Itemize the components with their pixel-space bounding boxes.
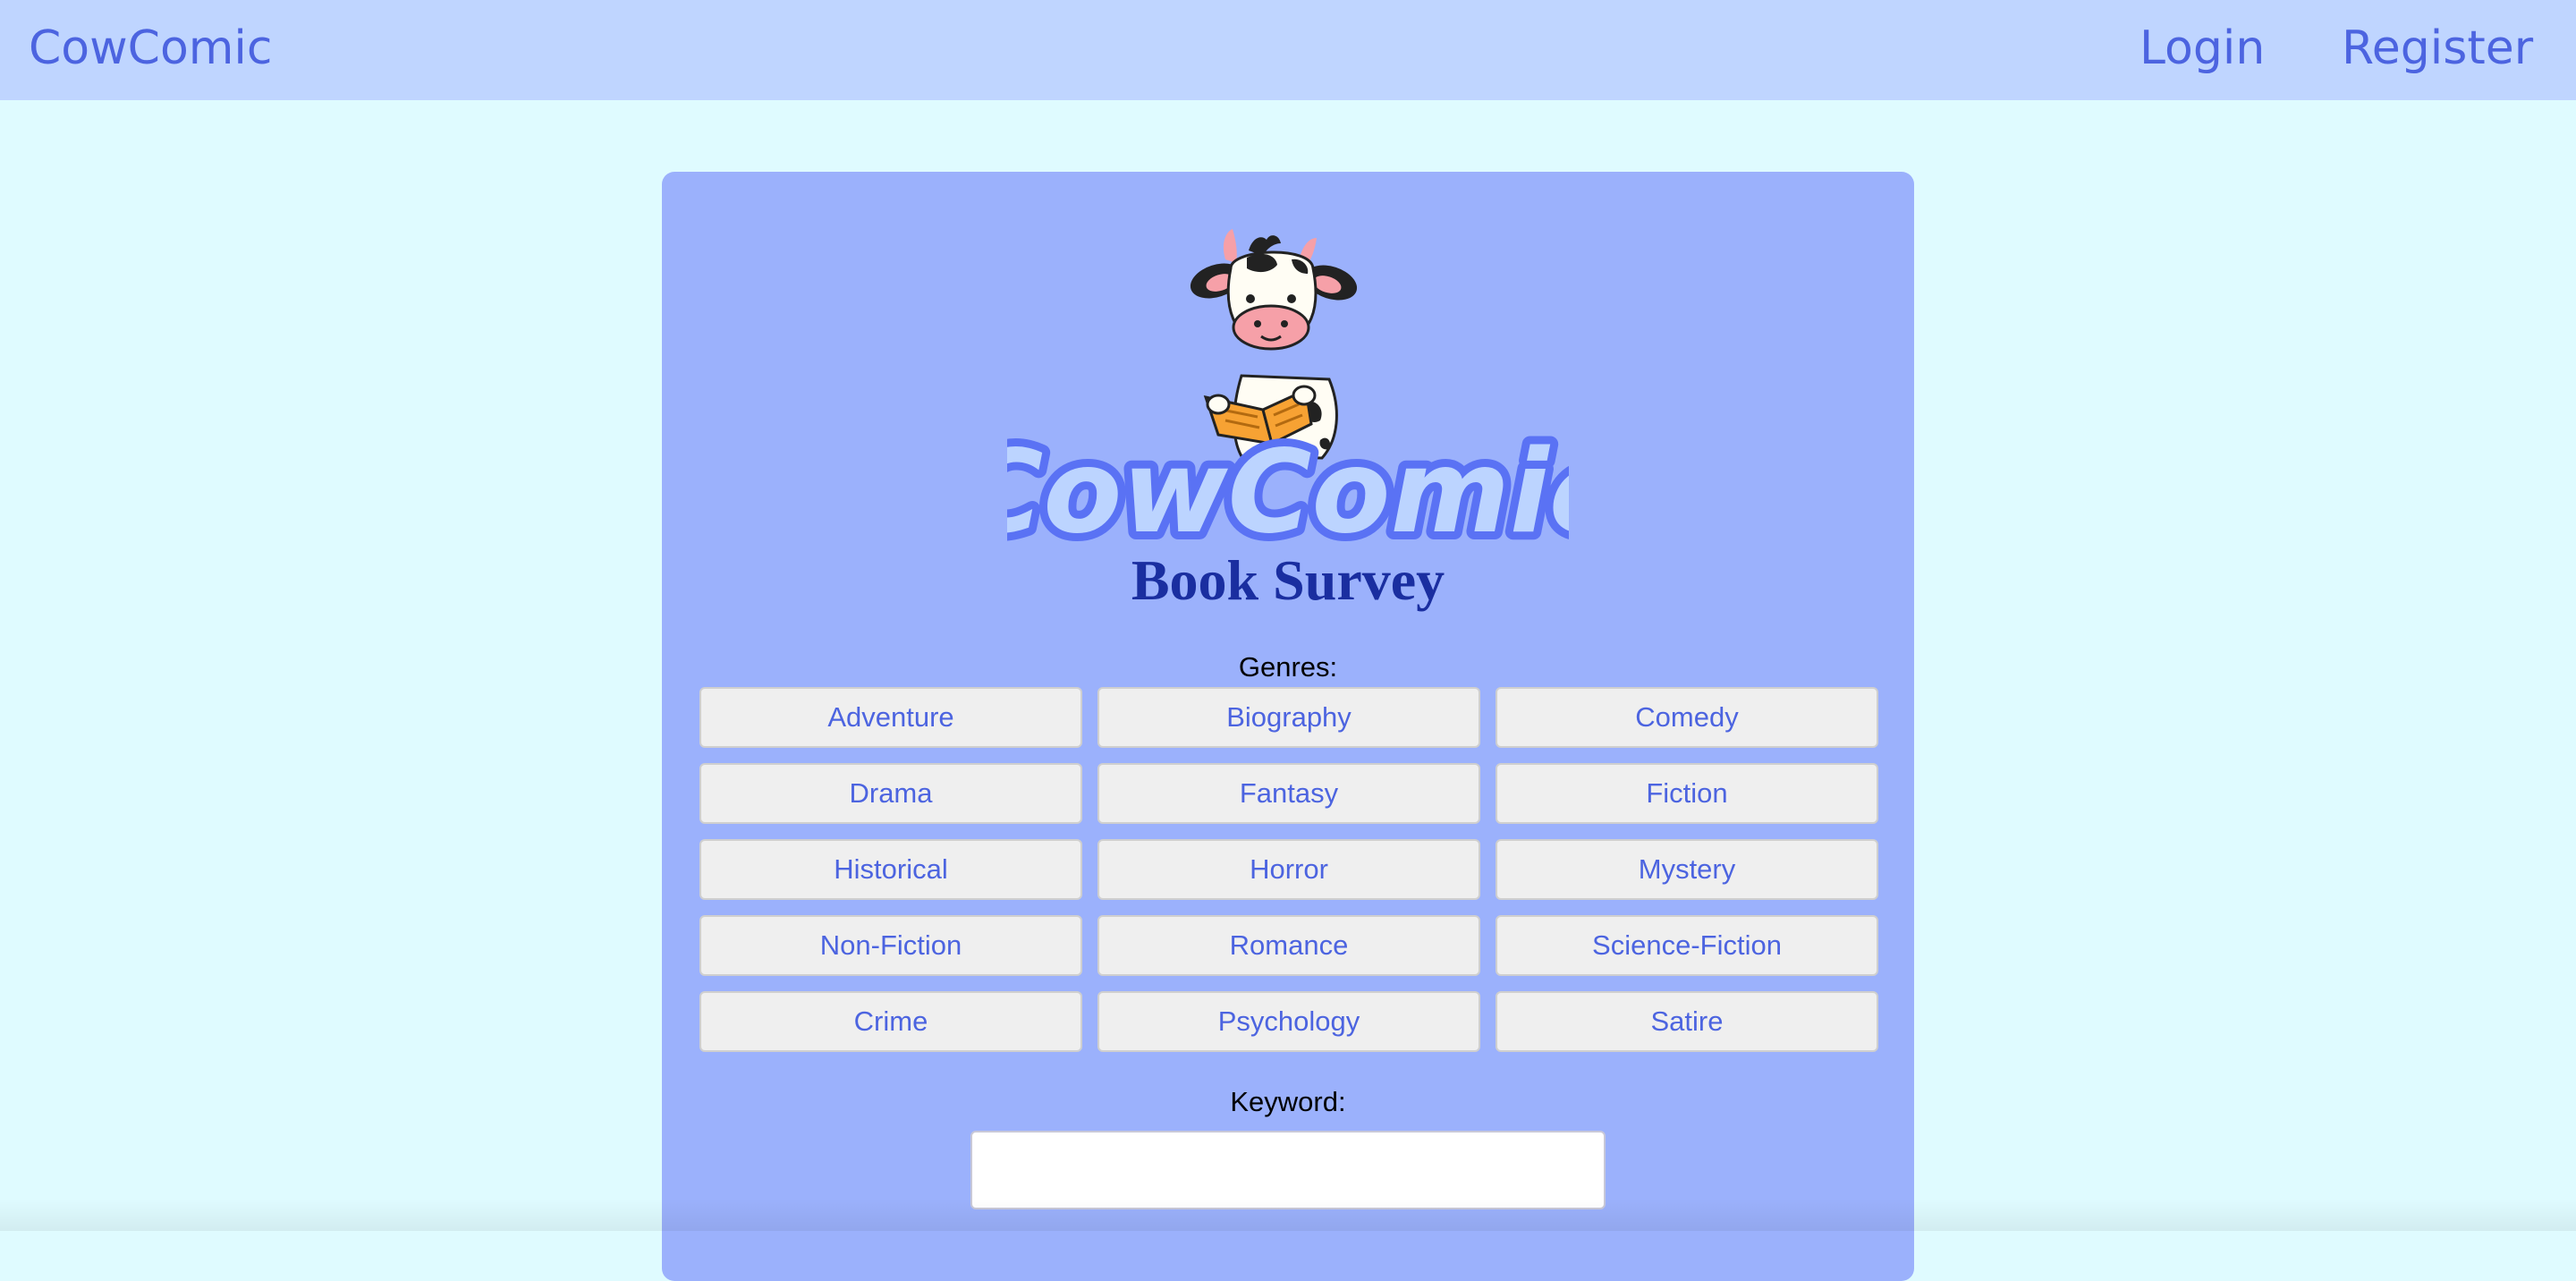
- genre-grid: Adventure Biography Comedy Drama Fantasy…: [699, 687, 1878, 1052]
- top-navbar: CowComic Login Register: [0, 0, 2576, 100]
- cowcomic-logo: CowComic: [1007, 229, 1569, 567]
- register-link[interactable]: Register: [2342, 21, 2533, 75]
- genre-button-crime[interactable]: Crime: [699, 991, 1082, 1052]
- genre-button-historical[interactable]: Historical: [699, 839, 1082, 900]
- genre-button-satire[interactable]: Satire: [1496, 991, 1878, 1052]
- genre-button-fiction[interactable]: Fiction: [1496, 763, 1878, 824]
- genre-button-biography[interactable]: Biography: [1097, 687, 1480, 748]
- login-link[interactable]: Login: [2140, 21, 2265, 75]
- keyword-input[interactable]: [970, 1131, 1606, 1209]
- genre-button-mystery[interactable]: Mystery: [1496, 839, 1878, 900]
- brand-link[interactable]: CowComic: [29, 21, 272, 75]
- genre-button-drama[interactable]: Drama: [699, 763, 1082, 824]
- genre-button-adventure[interactable]: Adventure: [699, 687, 1082, 748]
- genre-button-psychology[interactable]: Psychology: [1097, 991, 1480, 1052]
- logo-wordmark: CowComic: [1007, 426, 1569, 559]
- cow-reading-book-icon: [1190, 229, 1358, 460]
- page-title: Book Survey: [1131, 548, 1445, 612]
- survey-card: CowComic Book Survey Genres: Adventure B…: [662, 172, 1914, 1281]
- genres-label: Genres:: [1238, 651, 1338, 683]
- genre-button-horror[interactable]: Horror: [1097, 839, 1480, 900]
- genre-button-non-fiction[interactable]: Non-Fiction: [699, 915, 1082, 976]
- genre-button-fantasy[interactable]: Fantasy: [1097, 763, 1480, 824]
- genre-button-comedy[interactable]: Comedy: [1496, 687, 1878, 748]
- genre-button-romance[interactable]: Romance: [1097, 915, 1480, 976]
- genre-button-science-fiction[interactable]: Science-Fiction: [1496, 915, 1878, 976]
- keyword-label: Keyword:: [1230, 1086, 1346, 1117]
